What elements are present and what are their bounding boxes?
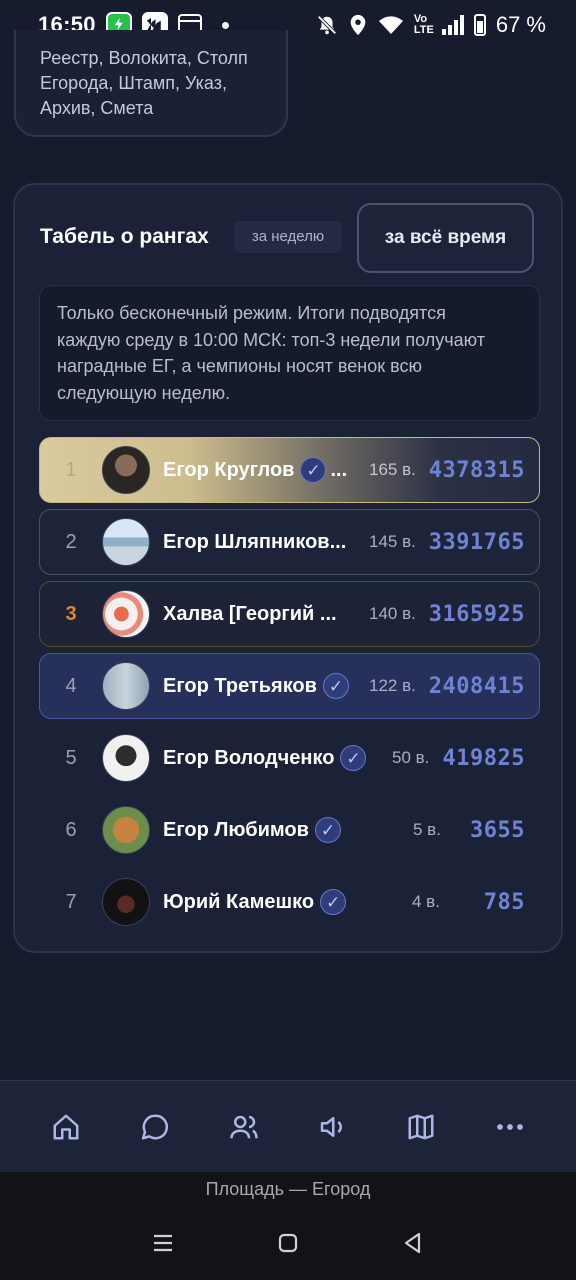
games-count: 4 в.: [412, 892, 440, 911]
menu-icon[interactable]: [151, 1231, 175, 1255]
games-count: 50 в.: [392, 748, 430, 767]
rank-number: 6: [65, 818, 77, 841]
nav-home[interactable]: [41, 1102, 91, 1152]
rank-number: 4: [65, 674, 77, 697]
player-name: Егор Третьяков ✓: [163, 673, 349, 699]
score-value: 785: [483, 889, 525, 915]
games-count: 145 в.: [369, 532, 416, 551]
location-card-line: Реестр, Волокита, Столп: [40, 48, 248, 68]
nav-sound[interactable]: [307, 1102, 357, 1152]
avatar: [102, 518, 150, 566]
nav-more[interactable]: [485, 1102, 535, 1152]
games-count: 122 в.: [369, 676, 416, 695]
mute-bell-icon: [317, 15, 337, 35]
sound-icon: [321, 1116, 343, 1137]
verified-check-icon: ✓: [322, 673, 349, 699]
games-count: 5 в.: [413, 820, 441, 839]
location-card-line: Архив, Смета: [40, 98, 154, 118]
battery-percent: 67 %: [495, 12, 546, 37]
leaderboard-info: Только бесконечный режим. Итоги подводят…: [39, 285, 540, 421]
player-name: Егор Круглов ✓ ...: [163, 457, 347, 483]
people-icon: [229, 1115, 258, 1138]
location-card[interactable]: Реестр, Волокита, Столп Егорода, Штамп, …: [14, 30, 288, 137]
player-name-text: Егор Любимов: [163, 818, 309, 841]
player-name-text: Егор Шляпников...: [163, 530, 347, 553]
home-square-icon[interactable]: [276, 1231, 300, 1255]
player-name: Егор Володченко ✓: [163, 745, 367, 771]
info-line: следующую неделю.: [57, 382, 231, 403]
player-name-text: Егор Третьяков: [163, 674, 317, 697]
player-name: Егор Шляпников...: [163, 531, 346, 554]
score-value: 419825: [442, 745, 525, 771]
avatar: [102, 590, 150, 638]
avatar: [102, 734, 150, 782]
avatar: [102, 662, 150, 710]
volte-icon: Vo LTE: [413, 13, 434, 36]
location-card-line: Егорода, Штамп, Указ,: [40, 73, 227, 93]
home-icon: [53, 1114, 79, 1139]
info-line: каждую среду в 10:00 МСК: топ-3 недели п…: [57, 329, 485, 350]
avatar: [102, 878, 150, 926]
avatar: [102, 446, 150, 494]
wifi-icon: [378, 16, 403, 34]
leaderboard-row[interactable]: 7 Юрий Камешко ✓ 4 в. 785: [39, 869, 540, 935]
notification-dot: [221, 21, 229, 29]
player-name-text: Юрий Камешко: [163, 890, 315, 913]
leaderboard-row-current-user[interactable]: 4 Егор Третьяков ✓ 122 в. 2408415: [39, 653, 540, 719]
leaderboard-row[interactable]: 3 Халва [Георгий ... 140 в. 3165925: [39, 581, 540, 647]
nav-people[interactable]: [219, 1102, 269, 1152]
score-value: 3391765: [428, 529, 525, 555]
verified-check-icon: ✓: [300, 457, 327, 483]
player-name: Халва [Георгий ...: [163, 603, 337, 626]
rank-number: 7: [65, 890, 77, 913]
back-icon[interactable]: [401, 1231, 425, 1255]
games-count: 165 в.: [369, 460, 416, 479]
tab-week[interactable]: за неделю: [234, 221, 342, 253]
leaderboard-row[interactable]: 6 Егор Любимов ✓ 5 в. 3655: [39, 797, 540, 863]
score-value: 3165925: [428, 601, 525, 627]
rank-number: 3: [65, 602, 77, 625]
player-name-text: Егор Круглов: [163, 458, 295, 481]
system-navigation-bar: [0, 1206, 576, 1280]
location-icon: [350, 14, 366, 36]
leaderboard-card: Табель о рангах за неделю за всё время Т…: [13, 183, 563, 953]
player-name: Егор Любимов ✓: [163, 817, 341, 843]
info-line: Только бесконечный режим. Итоги подводят…: [57, 303, 446, 323]
signal-icon: [441, 15, 464, 35]
verified-check-icon: ✓: [314, 817, 341, 843]
nav-map[interactable]: [396, 1102, 446, 1152]
chat-icon: [141, 1113, 169, 1139]
score-value: 4378315: [428, 457, 525, 483]
bottom-navigation: [0, 1080, 576, 1172]
name-ellipsis: ...: [330, 458, 348, 481]
player-name: Юрий Камешко ✓: [163, 889, 347, 915]
page-caption: Площадь — Егород: [0, 1172, 576, 1206]
avatar: [102, 806, 150, 854]
battery-icon: [473, 14, 486, 36]
score-value: 3655: [470, 817, 525, 843]
nav-chat[interactable]: [130, 1102, 180, 1152]
leaderboard-list: 1 Егор Круглов ✓ ... 165 в. 4378315 2 Ег…: [39, 437, 540, 941]
verified-check-icon: ✓: [340, 745, 367, 771]
leaderboard-row[interactable]: 5 Егор Володченко ✓ 50 в. 419825: [39, 725, 540, 791]
player-name-text: Халва [Георгий ...: [163, 602, 337, 625]
leaderboard-row[interactable]: 2 Егор Шляпников... 145 в. 3391765: [39, 509, 540, 575]
more-icon: [496, 1123, 523, 1130]
rank-number: 2: [65, 530, 77, 553]
info-line: наградные ЕГ, а чемпионы носят венок всю: [57, 356, 422, 376]
score-value: 2408415: [428, 673, 525, 699]
rank-number: 1: [65, 458, 77, 481]
verified-check-icon: ✓: [320, 889, 347, 915]
rank-number: 5: [65, 746, 77, 769]
games-count: 140 в.: [369, 604, 416, 623]
map-icon: [408, 1114, 434, 1139]
leaderboard-title: Табель о рангах: [40, 225, 209, 248]
leaderboard-row[interactable]: 1 Егор Круглов ✓ ... 165 в. 4378315: [39, 437, 540, 503]
tab-all-time[interactable]: за всё время: [357, 203, 534, 273]
player-name-text: Егор Володченко: [163, 746, 335, 769]
